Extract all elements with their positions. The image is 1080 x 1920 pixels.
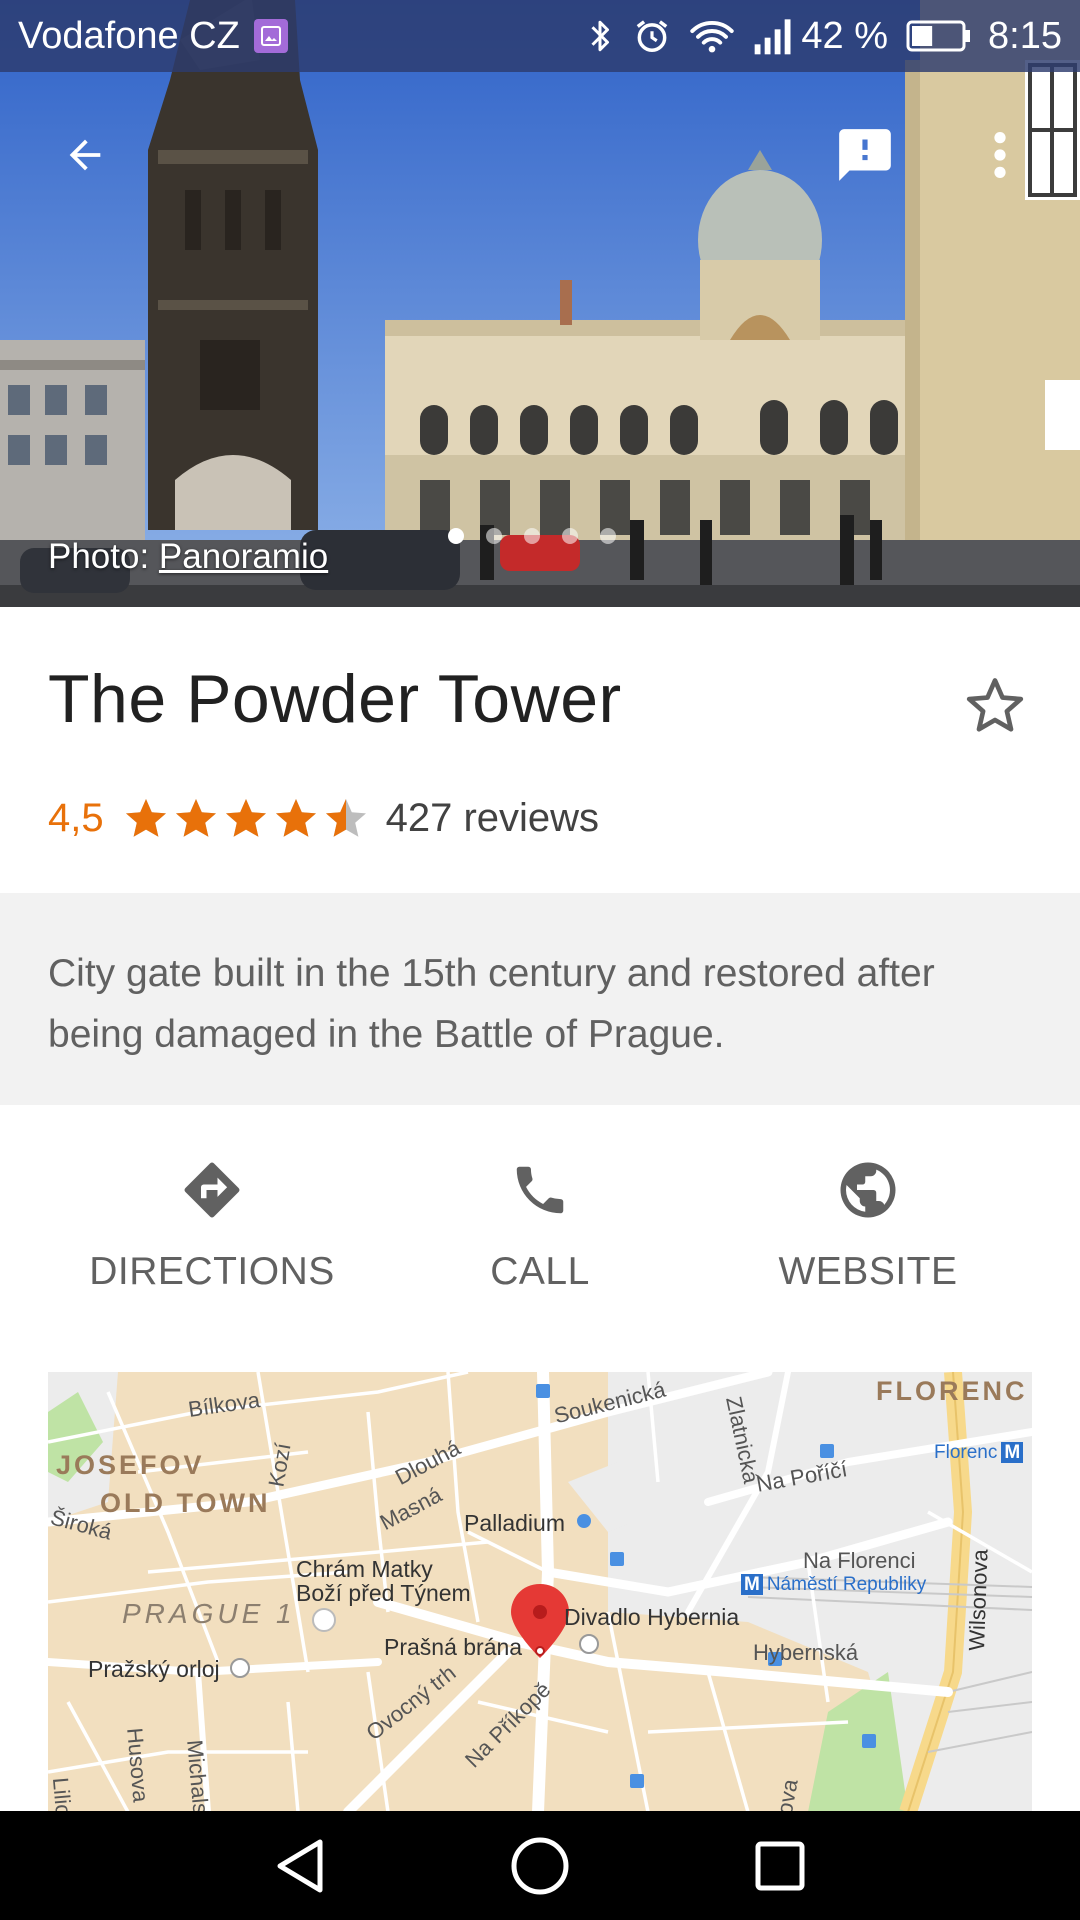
alarm-icon xyxy=(633,17,671,55)
more-vert-icon xyxy=(994,132,1006,178)
map-place-label: Divadlo Hybernia xyxy=(564,1604,740,1630)
directions-label: DIRECTIONS xyxy=(89,1250,335,1293)
back-arrow-icon xyxy=(69,139,101,171)
nav-recents-icon xyxy=(755,1841,805,1891)
metro-badge-icon: M xyxy=(1001,1442,1024,1463)
description-text: City gate built in the 15th century and … xyxy=(48,952,935,1056)
nav-back-icon xyxy=(277,1839,323,1893)
battery-icon xyxy=(906,19,972,53)
gallery-notification-icon xyxy=(253,19,288,53)
directions-icon xyxy=(184,1162,240,1218)
feedback-button[interactable] xyxy=(820,115,910,195)
photo-credit: Photo: Panoramio xyxy=(48,537,328,577)
photo-scene xyxy=(0,0,1080,607)
map-district-label: JOSEFOV xyxy=(56,1450,205,1480)
website-button[interactable]: WEBSITE xyxy=(718,1150,1018,1294)
call-label: CALL xyxy=(490,1250,590,1293)
map-metro-label: Florenc M xyxy=(934,1442,1024,1464)
pager-dot xyxy=(562,528,578,544)
rating-stars xyxy=(122,794,370,842)
phone-icon xyxy=(516,1166,564,1214)
pager-dot xyxy=(600,528,616,544)
more-options-button[interactable] xyxy=(960,115,1040,195)
map-street-label: ova xyxy=(771,1777,803,1812)
nav-home-icon xyxy=(511,1837,569,1895)
directions-button[interactable]: DIRECTIONS xyxy=(62,1150,362,1294)
battery-percent: 42 % xyxy=(801,14,889,57)
pager-dot xyxy=(524,528,540,544)
map-place-label: Pražský orloj xyxy=(88,1656,220,1682)
nav-recents-button[interactable] xyxy=(720,1831,840,1901)
pager-dot xyxy=(486,528,502,544)
wifi-icon xyxy=(689,17,735,55)
rating-row[interactable]: 4,5 427 reviews xyxy=(48,788,599,848)
map-district-label: PRAGUE 1 xyxy=(122,1598,296,1629)
bluetooth-icon xyxy=(585,17,615,55)
carrier-name: Vodafone CZ xyxy=(18,14,240,57)
map-district-label: FLORENC xyxy=(876,1376,1028,1406)
star-half-icon xyxy=(325,799,366,837)
signal-icon xyxy=(753,17,793,55)
save-button[interactable] xyxy=(960,670,1030,740)
place-photo[interactable] xyxy=(0,0,1080,607)
globe-icon xyxy=(840,1162,896,1218)
star-full-icon xyxy=(175,799,216,837)
star-full-icon xyxy=(225,799,266,837)
map-place-label: Chrám Matky xyxy=(296,1556,433,1582)
map-street-label: Na Florenci xyxy=(803,1548,916,1573)
photo-credit-prefix: Photo: xyxy=(48,537,159,576)
review-count[interactable]: 427 reviews xyxy=(386,796,599,841)
back-button[interactable] xyxy=(40,115,130,195)
map-metro-label: M Náměstí Republiky xyxy=(741,1574,926,1596)
description-panel: City gate built in the 15th century and … xyxy=(0,893,1080,1105)
action-buttons: DIRECTIONS CALL WEBSITE xyxy=(0,1150,1080,1300)
star-full-icon xyxy=(125,799,166,837)
rating-value: 4,5 xyxy=(48,795,104,840)
feedback-icon xyxy=(839,129,891,181)
metro-badge-icon: M xyxy=(741,1574,763,1595)
map-street-label: Wilsonova xyxy=(963,1548,993,1652)
map-place-label: Prašná brána xyxy=(384,1634,523,1660)
clock: 8:15 xyxy=(988,14,1062,57)
pager-dot xyxy=(448,528,464,544)
status-bar: Vodafone CZ 42 % 8:15 xyxy=(0,0,1080,72)
map-district-label: OLD TOWN xyxy=(100,1488,271,1518)
nav-home-button[interactable] xyxy=(480,1831,600,1901)
map-street-label: Hybernská xyxy=(753,1640,859,1665)
metro-station-name: Florenc xyxy=(934,1442,998,1463)
map-place-label: Boží před Týnem xyxy=(296,1580,471,1606)
website-label: WEBSITE xyxy=(778,1250,958,1293)
star-full-icon xyxy=(275,799,316,837)
metro-station-name: Náměstí Republiky xyxy=(766,1574,927,1595)
map-street-label: Lilio xyxy=(48,1776,77,1812)
nav-back-button[interactable] xyxy=(240,1831,360,1901)
system-nav-bar xyxy=(0,1811,1080,1920)
location-map[interactable]: Bílkova Soukenická Zlatnická Na Poříčí D… xyxy=(48,1372,1032,1812)
map-place-label: Palladium xyxy=(464,1510,565,1536)
photo-pager-dots xyxy=(448,528,616,544)
photo-credit-link[interactable]: Panoramio xyxy=(159,537,328,576)
star-outline-icon xyxy=(966,678,1024,732)
place-title: The Powder Tower xyxy=(48,661,622,737)
call-button[interactable]: CALL xyxy=(390,1150,690,1294)
